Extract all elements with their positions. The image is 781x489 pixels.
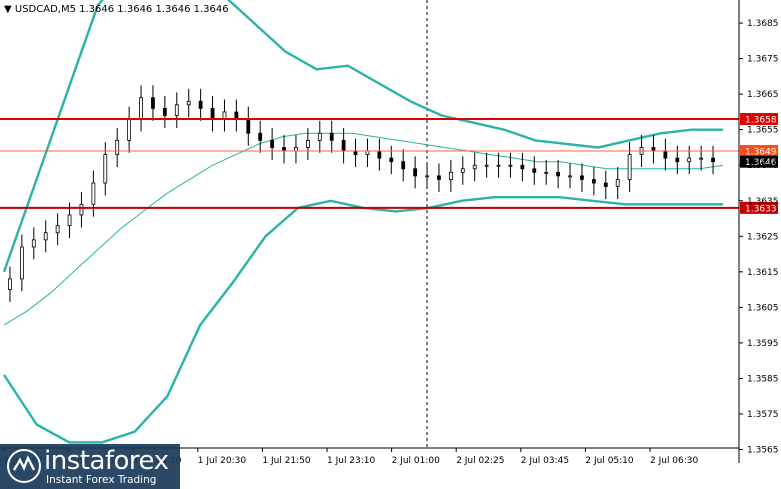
time-tick-label: 2 Jul 05:10 [585,456,634,466]
price-tick-label: 1.3645 [747,161,779,171]
candle-body [55,225,60,234]
candle-body [508,164,513,167]
lower-band-line [2,195,723,444]
candle-body [580,175,584,180]
candle-body [437,175,441,180]
candle-body [317,132,322,141]
candle-body [258,132,263,141]
candle-body [496,164,501,167]
candle-body [627,154,632,180]
candle-body [472,164,477,170]
candle-body [151,97,155,109]
candle-body [162,107,167,116]
candle-body [198,100,203,109]
upper-band-line [2,0,723,273]
candle-body [282,147,286,152]
time-tick-label: 2 Jul 02:25 [456,456,504,466]
candle-body [460,168,465,173]
instaforex-logo-icon [7,449,41,483]
candle-body [79,203,84,216]
candle-body [448,171,453,180]
candle-body [329,132,334,141]
bollinger-bands [2,0,724,444]
candle-body [532,168,537,173]
candle-body [615,179,620,187]
price-chart[interactable]: 1.36581.36491.36461.3633 1.36851.36751.3… [0,0,781,489]
price-tick-label: 1.3565 [747,445,779,455]
time-tick-label: 2 Jul 06:30 [650,456,699,466]
candle-body [603,182,608,187]
moving-average-line [3,132,724,326]
candle-body [568,175,572,178]
candle-body [210,107,215,120]
price-levels: 1.36581.36491.36461.3633 [0,113,778,214]
candle-body [544,171,549,174]
candle-body [31,239,36,248]
price-tick-label: 1.3665 [747,90,779,100]
time-tick-label: 1 Jul 21:50 [262,456,311,466]
time-tick-label: 2 Jul 01:00 [392,456,441,466]
candle-body [115,139,120,155]
candle-body [174,104,179,116]
candle-body [186,100,191,106]
candle-body [556,171,561,177]
price-tick-label: 1.3625 [747,232,779,242]
level-label-resistance: 1.3658 [745,116,777,126]
candle-body [425,175,429,178]
price-tick-label: 1.3615 [747,268,779,278]
candle-body [19,246,24,280]
time-tick-label: 2 Jul 03:45 [521,456,569,466]
price-tick-label: 1.3675 [747,55,779,65]
candle-body [305,139,310,148]
price-tick-label: 1.3655 [747,126,779,136]
watermark-banner: instaforex Instant Forex Trading [0,444,180,489]
candle-body [103,154,108,184]
time-tick-label: 1 Jul 20:30 [198,456,247,466]
dropdown-triangle-icon[interactable]: ▼ [4,4,12,15]
candle-body [67,214,72,227]
symbol-header: ▼ USDCAD,M5 1.3646 1.3646 1.3646 1.3646 [4,4,229,15]
candle-body [222,111,227,120]
candle-body [91,182,96,205]
candle-body [270,139,275,148]
candle-body [520,164,525,170]
candle-body [377,150,382,159]
price-axis: 1.3685 1.3675 1.3665 1.3655 1.3645 1.3635 1.36… [739,19,779,455]
candle-body [591,179,596,184]
candle-body [484,164,489,167]
price-tick-label: 1.3585 [747,374,779,384]
candle-body [246,118,251,134]
candle-body [127,118,132,141]
candle-body [139,97,143,120]
candle-body [389,157,394,163]
candle-body [341,139,346,152]
candles [8,85,715,303]
candle-body [651,147,656,152]
watermark-brand: instaforex [44,446,169,476]
candle-body [294,147,298,152]
price-tick-label: 1.3595 [747,339,779,349]
candle-body [8,278,12,290]
candle-body [401,161,406,170]
candle-body [687,157,692,163]
price-tick-label: 1.3605 [747,303,779,313]
candle-body [413,168,418,177]
watermark-tagline: Instant Forex Trading [46,474,157,486]
candle-body [234,111,239,120]
price-tick-label: 1.3575 [747,410,779,420]
price-tick-label: 1.3635 [747,197,779,207]
candle-body [699,157,704,160]
candle-body [365,150,370,155]
time-tick-label: 1 Jul 23:10 [327,456,376,466]
candle-body [353,150,358,155]
candle-body [675,157,680,163]
symbol-quote: USDCAD,M5 1.3646 1.3646 1.3646 1.3646 [14,4,229,15]
candle-body [663,150,668,159]
candle-body [43,232,48,241]
candle-body [711,157,715,163]
price-tick-label: 1.3685 [747,19,779,29]
